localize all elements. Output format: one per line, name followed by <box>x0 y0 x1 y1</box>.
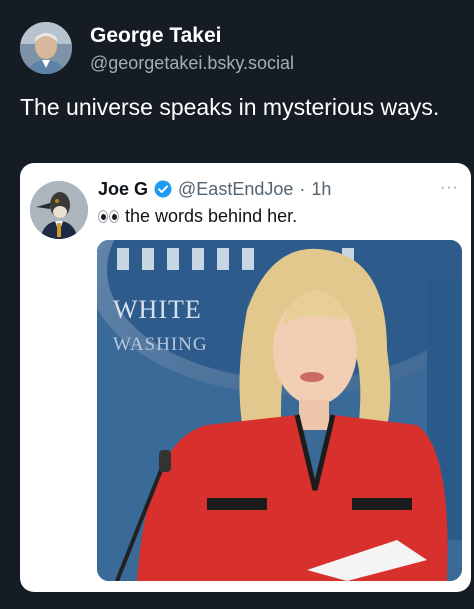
embed-author-handle[interactable]: @EastEndJoe <box>178 179 293 200</box>
author-handle[interactable]: @georgetakei.bsky.social <box>90 53 294 74</box>
more-icon[interactable]: ··· <box>440 179 459 197</box>
embed-avatar[interactable] <box>30 181 88 239</box>
embed-header: Joe G @EastEndJoe · 1h <box>98 178 331 200</box>
verified-icon <box>154 180 172 198</box>
sign-line-1: WHITE <box>113 295 202 324</box>
author-avatar[interactable] <box>20 22 72 74</box>
embed-photo[interactable]: WHITE WASHING <box>97 240 462 581</box>
post-text: The universe speaks in mysterious ways. <box>20 94 440 120</box>
embed-author-name[interactable]: Joe G <box>98 179 148 200</box>
embedded-post-card[interactable]: Joe G @EastEndJoe · 1h ··· the words beh… <box>20 163 471 592</box>
embed-text: the words behind her. <box>125 206 298 226</box>
eye-left <box>98 210 108 223</box>
author-name[interactable]: George Takei <box>90 24 222 48</box>
eye-right <box>109 210 119 223</box>
eyes-icon <box>98 210 119 223</box>
embed-text-row: the words behind her. <box>98 206 297 227</box>
time-separator: · <box>299 178 306 199</box>
sign-line-2: WASHING <box>113 334 208 355</box>
post-timestamp[interactable]: 1h <box>311 179 331 200</box>
